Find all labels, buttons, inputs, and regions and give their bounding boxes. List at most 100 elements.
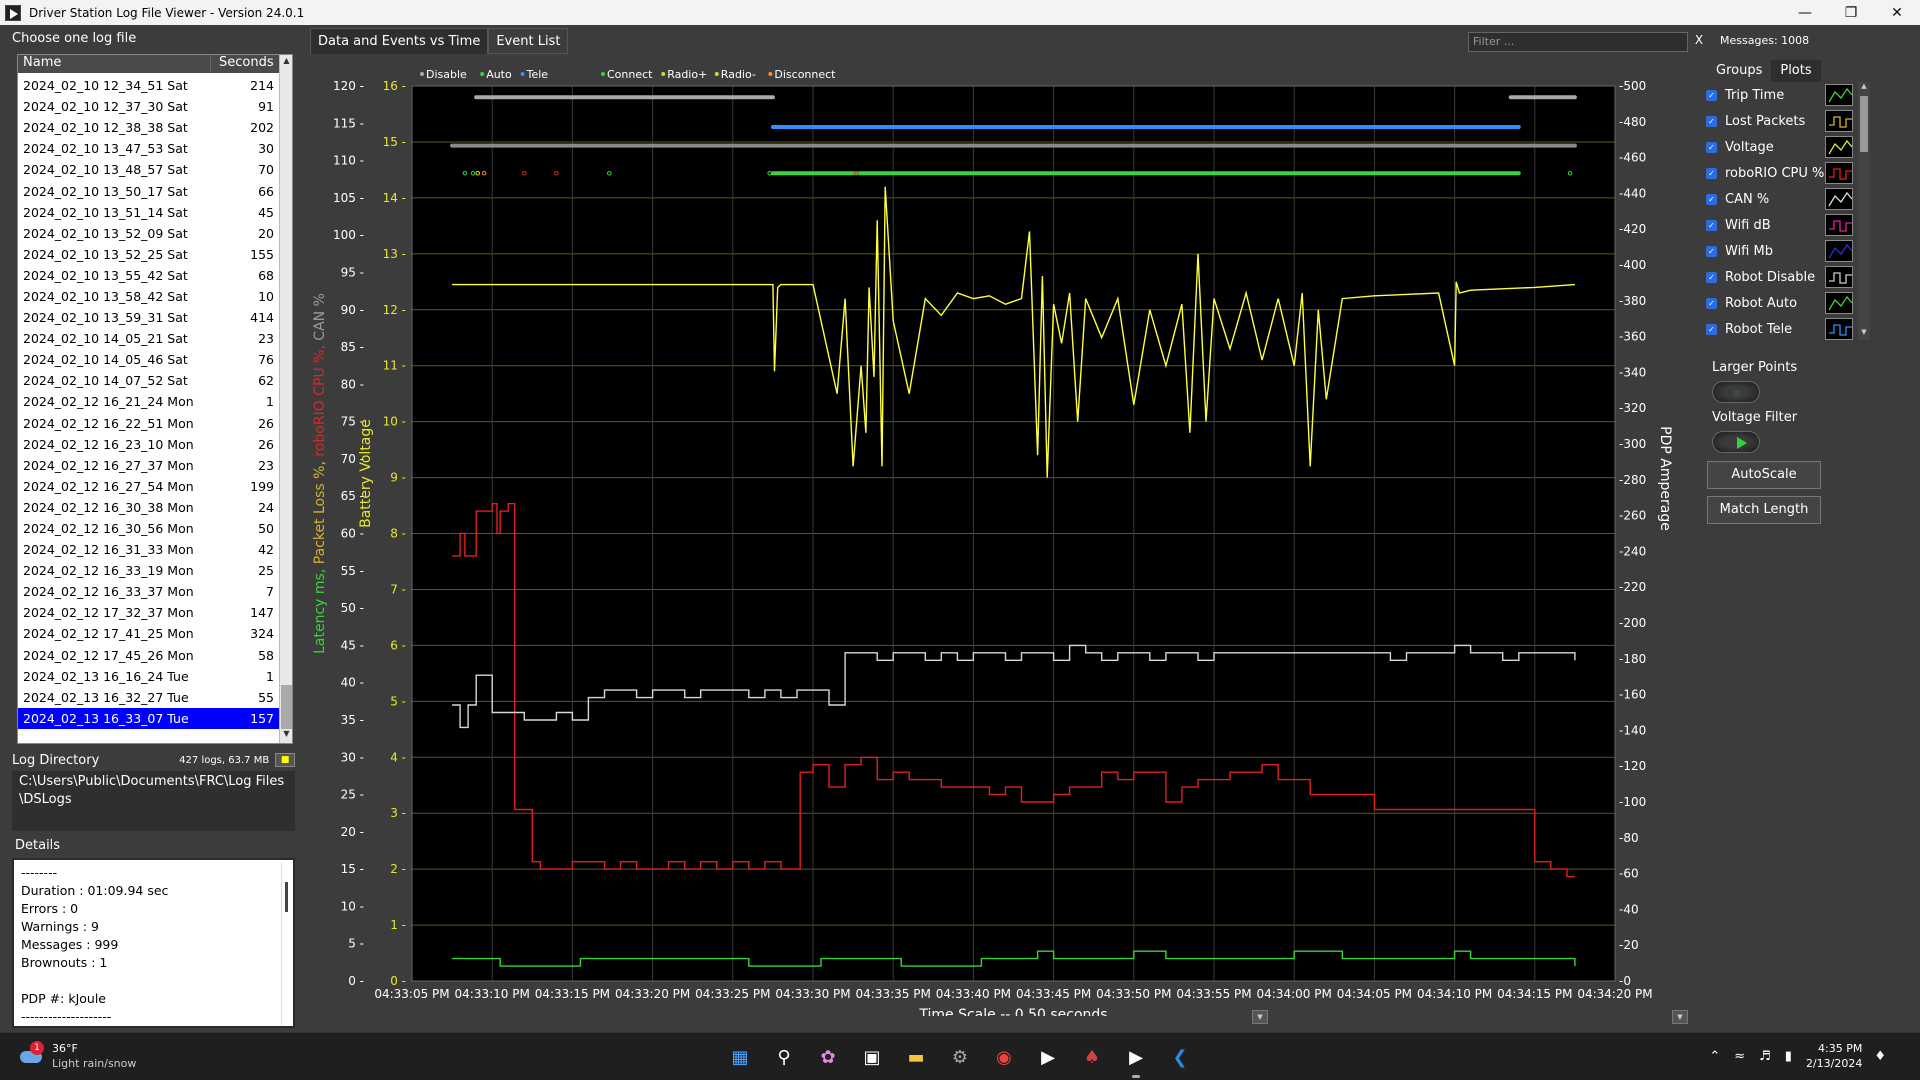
list-item[interactable]: 2024_02_12 16_22_51 Mon 26 [18, 413, 280, 434]
wifi-icon[interactable]: ≈ [1734, 1049, 1745, 1064]
list-item[interactable]: 2024_02_12 16_23_10 Mon 26 [18, 434, 280, 455]
match-length-button[interactable]: Match Length [1707, 496, 1821, 524]
file-list-scrollbar[interactable]: ▲ ▼ [279, 55, 292, 743]
list-item[interactable]: 2024_02_10 14_05_46 Sat 76 [18, 349, 280, 370]
list-item[interactable]: 2024_02_10 12_38_38 Sat 202 [18, 117, 280, 138]
checkbox-icon[interactable]: ✓ [1706, 219, 1717, 231]
list-item[interactable]: 2024_02_10 13_51_14 Sat 45 [18, 202, 280, 223]
list-item[interactable]: 2024_02_10 13_52_25 Sat 155 [18, 244, 280, 265]
windows-start-icon[interactable]: ▦ [724, 1041, 756, 1073]
list-item[interactable]: 2024_02_12 16_30_56 Mon 50 [18, 518, 280, 539]
checkbox-icon[interactable]: ✓ [1706, 115, 1717, 127]
log-file-list[interactable]: Name Seconds 2024_02_10 12_34_51 Sat 214 2… [17, 54, 293, 744]
list-item[interactable]: 2024_02_12 17_45_26 Mon 58 [18, 645, 280, 666]
plot-item[interactable]: ✓ Voltage [1700, 134, 1868, 160]
plot-item[interactable]: ✓ roboRIO CPU % [1700, 160, 1868, 186]
list-item[interactable]: 2024_02_12 16_33_19 Mon 25 [18, 560, 280, 581]
column-header-name[interactable]: Name [18, 55, 211, 73]
list-item[interactable]: 2024_02_10 13_47_53 Sat 30 [18, 138, 280, 159]
minimize-icon[interactable]: — [1782, 0, 1828, 25]
close-icon[interactable]: ✕ [1874, 0, 1920, 25]
volume-icon[interactable]: ♬ [1759, 1049, 1771, 1064]
voltage-filter-toggle[interactable] [1712, 431, 1760, 453]
list-item[interactable]: 2024_02_13 16_16_24 Tue 1 [18, 666, 280, 687]
search-icon[interactable]: ⚲ [768, 1041, 800, 1073]
list-item[interactable]: 2024_02_10 12_37_30 Sat 91 [18, 96, 280, 117]
details-box[interactable]: -------- Duration : 01:09.94 sec Errors : … [12, 858, 295, 1028]
scroll-up-icon[interactable]: ▲ [1858, 82, 1870, 94]
checkbox-icon[interactable]: ✓ [1706, 297, 1717, 309]
plot-item[interactable]: ✓ CAN % [1700, 186, 1868, 212]
checkbox-icon[interactable]: ✓ [1706, 245, 1717, 257]
copilot-icon[interactable]: ✿ [812, 1041, 844, 1073]
autoscale-button[interactable]: AutoScale [1707, 461, 1821, 489]
filter-input[interactable]: Filter ... [1468, 32, 1688, 52]
list-item[interactable]: 2024_02_10 13_59_31 Sat 414 [18, 307, 280, 328]
checkbox-icon[interactable]: ✓ [1706, 167, 1717, 179]
checkbox-icon[interactable]: ✓ [1706, 323, 1717, 335]
clock[interactable]: 4:35 PM 2/13/2024 [1806, 1041, 1862, 1071]
maximize-icon[interactable]: ❐ [1828, 0, 1874, 25]
plot-item[interactable]: ✓ Robot Disable [1700, 264, 1868, 290]
list-item[interactable]: 2024_02_12 16_31_33 Mon 42 [18, 539, 280, 560]
checkbox-icon[interactable]: ✓ [1706, 141, 1717, 153]
tab-event-list[interactable]: Event List [488, 28, 569, 54]
list-item[interactable]: 2024_02_12 16_30_38 Mon 24 [18, 497, 280, 518]
tab-plots[interactable]: Plots [1771, 60, 1821, 82]
log-directory-path[interactable]: C:\Users\Public\Documents\FRC\Log Files\… [12, 771, 295, 831]
list-item[interactable]: 2024_02_12 16_33_37 Mon 7 [18, 581, 280, 602]
plot-item[interactable]: ✓ Robot Auto [1700, 290, 1868, 316]
list-item[interactable]: 2024_02_10 13_58_42 Sat 10 [18, 286, 280, 307]
list-item[interactable]: 2024_02_10 13_55_42 Sat 68 [18, 265, 280, 286]
list-item[interactable]: 2024_02_12 17_32_37 Mon 147 [18, 602, 280, 623]
task-view-icon[interactable]: ▣ [856, 1041, 888, 1073]
plot-item[interactable]: ✓ Lost Packets [1700, 108, 1868, 134]
plot-item[interactable]: ✓ Wifi Mb [1700, 238, 1868, 264]
folder-icon[interactable]: ■ [275, 753, 295, 767]
list-item[interactable]: 2024_02_13 16_33_07 Tue 157 [18, 707, 280, 729]
scroll-up-icon[interactable]: ▲ [281, 56, 292, 69]
chrome-icon[interactable]: ◉ [988, 1041, 1020, 1073]
list-item[interactable]: 2024_02_10 13_48_57 Sat 70 [18, 159, 280, 180]
file-explorer-icon[interactable]: ▬ [900, 1041, 932, 1073]
vscode-icon[interactable]: ❮ [1164, 1041, 1196, 1073]
list-item[interactable]: 2024_02_10 14_07_52 Sat 62 [18, 370, 280, 391]
list-item[interactable]: 2024_02_10 13_52_09 Sat 20 [18, 223, 280, 244]
list-item[interactable]: 2024_02_10 12_34_51 Sat 214 [18, 75, 280, 96]
chevron-up-icon[interactable]: ⌃ [1709, 1049, 1720, 1064]
data-chart[interactable]: 0 - 5 - 10 - 15 - 20 - 25 - 30 - 35 - 40 - 45 - 50… [310, 56, 1690, 1016]
driver-station-icon[interactable]: ▶ [1032, 1041, 1064, 1073]
larger-points-toggle[interactable] [1712, 381, 1760, 403]
scroll-thumb[interactable] [1860, 96, 1868, 152]
checkbox-icon[interactable]: ✓ [1706, 193, 1717, 205]
plots-scrollbar[interactable]: ▲ ▼ [1858, 82, 1870, 340]
list-item[interactable]: 2024_02_10 13_50_17 Sat 66 [18, 180, 280, 201]
list-item[interactable]: 2024_02_13 16_32_27 Tue 55 [18, 687, 280, 708]
plot-item[interactable]: ✓ Wifi dB [1700, 212, 1868, 238]
settings-icon[interactable]: ⚙ [944, 1041, 976, 1073]
list-item[interactable]: 2024_02_12 16_21_24 Mon 1 [18, 391, 280, 412]
scroll-down-icon[interactable]: ▼ [1858, 328, 1870, 340]
battery-icon[interactable]: ▮ [1785, 1049, 1792, 1064]
weather-widget[interactable]: 1 36°F Light rain/snow [18, 1041, 136, 1071]
details-scrollbar[interactable] [281, 862, 291, 1026]
filter-clear-button[interactable]: X [1691, 33, 1707, 51]
list-item[interactable]: 2024_02_12 16_27_54 Mon 199 [18, 476, 280, 497]
plot-item[interactable]: ✓ Trip Time [1700, 82, 1868, 108]
dashboard-icon[interactable]: ♠ [1076, 1041, 1108, 1073]
scroll-left-icon[interactable]: ▼ [1252, 1010, 1268, 1024]
notification-bell-icon[interactable]: ♦ [1874, 1049, 1886, 1064]
list-item[interactable]: 2024_02_12 17_41_25 Mon 324 [18, 623, 280, 644]
scroll-down-icon[interactable]: ▼ [281, 729, 292, 742]
checkbox-icon[interactable]: ✓ [1706, 89, 1717, 101]
scroll-right-icon[interactable]: ▼ [1672, 1010, 1688, 1024]
scroll-thumb[interactable] [281, 685, 292, 729]
plot-item[interactable]: ✓ Robot Tele [1700, 316, 1868, 342]
tab-data-and-events[interactable]: Data and Events vs Time [310, 28, 489, 54]
list-item[interactable]: 2024_02_10 14_05_21 Sat 23 [18, 328, 280, 349]
list-item[interactable]: 2024_02_12 16_27_37 Mon 23 [18, 455, 280, 476]
tab-groups[interactable]: Groups [1707, 60, 1771, 82]
checkbox-icon[interactable]: ✓ [1706, 271, 1717, 283]
column-header-seconds[interactable]: Seconds [211, 55, 280, 73]
log-viewer-icon[interactable]: ▶ [1120, 1041, 1152, 1078]
